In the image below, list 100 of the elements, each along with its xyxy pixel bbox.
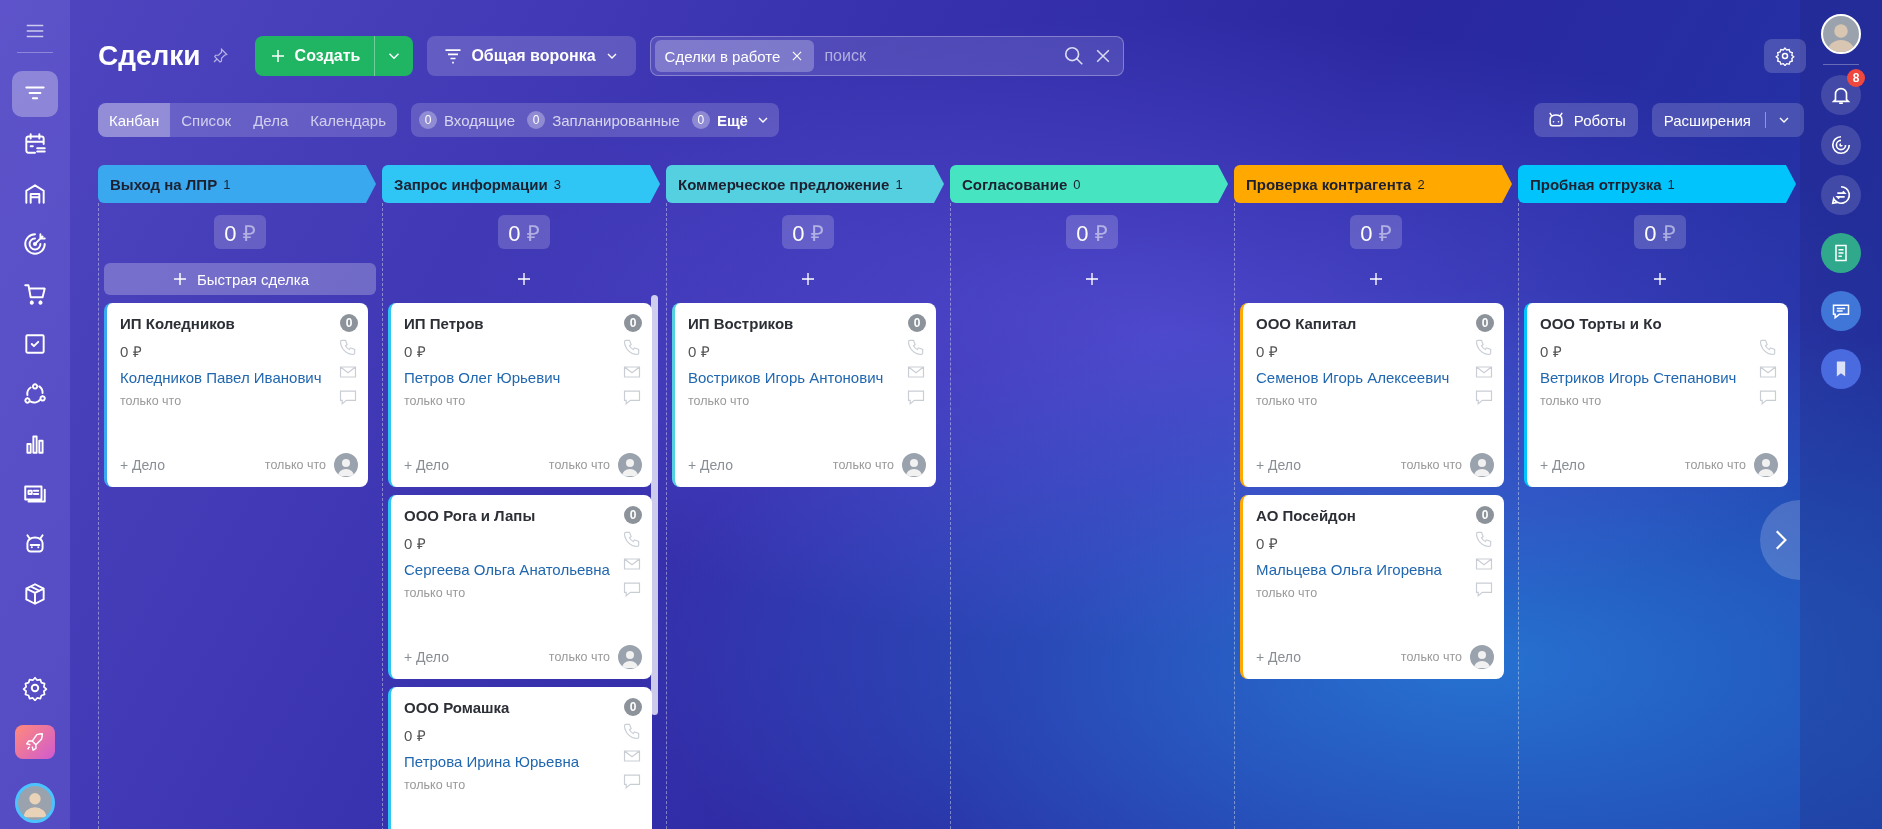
counter-filter[interactable]: 0 Ещё <box>691 103 771 137</box>
deal-card[interactable]: ИП Петров 0 0 ₽ Петров Олег Юрьевич только что + Дело только что <box>388 303 652 487</box>
created-time: только что <box>404 394 467 408</box>
funnel-select[interactable]: Общая воронка <box>427 36 636 76</box>
stage-header[interactable]: Запрос информации 3 <box>382 165 660 203</box>
chat-arrows-icon <box>1830 184 1852 206</box>
view-tab[interactable]: Календарь <box>299 103 397 137</box>
deal-amount: 0 ₽ <box>404 534 427 553</box>
responsible-avatar[interactable] <box>334 453 358 477</box>
document-button[interactable] <box>1821 233 1861 273</box>
chat-button[interactable] <box>1821 175 1861 215</box>
deal-amount: 0 ₽ <box>1256 534 1279 553</box>
settings-icon <box>1775 46 1795 66</box>
deal-title[interactable]: ИП Коледников <box>120 314 235 332</box>
stage-header[interactable]: Выход на ЛПР 1 <box>98 165 376 203</box>
deal-title[interactable]: ИП Петров <box>404 314 484 332</box>
responsible-avatar[interactable] <box>1754 453 1778 477</box>
quick-deal-button[interactable]: Быстрая сделка <box>104 263 376 295</box>
responsible-avatar[interactable] <box>1470 645 1494 669</box>
add-task-link[interactable]: + Дело <box>1256 457 1301 473</box>
updated-time: только что <box>1400 650 1462 664</box>
stage-header[interactable]: Пробная отгрузка 1 <box>1518 165 1796 203</box>
contact-link[interactable]: Петров Олег Юрьевич <box>404 369 561 386</box>
add-task-link[interactable]: + Дело <box>1540 457 1585 473</box>
view-tab[interactable]: Дела <box>242 103 300 137</box>
checkbox-icon <box>22 331 48 357</box>
created-time: только что <box>688 394 751 408</box>
responsible-avatar[interactable] <box>902 453 926 477</box>
deal-amount: 0 ₽ <box>404 726 427 745</box>
deal-card[interactable]: ООО Рога и Лапы 0 0 ₽ Сергеева Ольга Анатольевна только что + Дело только что <box>388 495 652 679</box>
deal-card[interactable]: АО Посейдон 0 0 ₽ Мальцева Ольга Игоревна только что + Дело только что <box>1240 495 1504 679</box>
contact-link[interactable]: Востриков Игорь Антонович <box>688 369 884 386</box>
deal-card[interactable]: ООО Торты и Ко 0 ₽ Ветриков Игорь Степанович только что + Дело только что <box>1524 303 1788 487</box>
deal-title[interactable]: ООО Торты и Ко <box>1540 314 1662 332</box>
counter-filter[interactable]: 0 Запланированные <box>527 103 680 137</box>
settings-icon[interactable] <box>22 675 48 701</box>
stage-header[interactable]: Согласование 0 <box>950 165 1228 203</box>
search-icon[interactable] <box>1062 45 1085 67</box>
spiral-button[interactable] <box>1821 125 1861 165</box>
stage-sum: 0 ₽ <box>498 215 550 249</box>
add-task-link[interactable]: + Дело <box>404 649 449 665</box>
spiral-icon <box>1830 134 1852 156</box>
add-task-link[interactable]: + Дело <box>1256 649 1301 665</box>
stage-sum: 0 ₽ <box>1066 215 1118 249</box>
plus-icon <box>1083 270 1101 288</box>
created-time: только что <box>404 586 467 600</box>
contact-link[interactable]: Коледников Павел Иванович <box>120 369 322 386</box>
bookmark-button[interactable] <box>1821 349 1861 389</box>
add-task-link[interactable]: + Дело <box>120 457 165 473</box>
message-button[interactable] <box>1821 291 1861 331</box>
responsible-avatar[interactable] <box>618 645 642 669</box>
robots-button[interactable]: Роботы <box>1533 103 1638 137</box>
updated-time: только что <box>548 650 610 664</box>
count-badge: 0 <box>527 111 546 129</box>
deal-card[interactable]: ООО Ромашка 0 0 ₽ Петрова Ирина Юрьевна только что <box>388 687 652 829</box>
contact-link[interactable]: Семенов Игорь Алексеевич <box>1256 369 1450 386</box>
calendar-icon <box>22 131 48 157</box>
add-task-link[interactable]: + Дело <box>404 457 449 473</box>
deal-title[interactable]: ООО Ромашка <box>404 698 510 716</box>
plus-icon <box>1651 270 1669 288</box>
responsible-avatar[interactable] <box>1470 453 1494 477</box>
sidebar-item[interactable] <box>12 71 58 117</box>
extensions-button[interactable]: Расширения <box>1651 103 1804 137</box>
filter-tag[interactable]: Сделки в работе <box>654 40 815 72</box>
message-icon <box>1831 301 1851 321</box>
notifications-button[interactable] <box>1821 75 1861 115</box>
contact-link[interactable]: Мальцева Ольга Игоревна <box>1256 561 1442 578</box>
responsible-avatar[interactable] <box>618 453 642 477</box>
deal-title[interactable]: ООО Рога и Лапы <box>404 506 536 524</box>
contact-link[interactable]: Ветриков Игорь Степанович <box>1540 369 1737 386</box>
scrollbar[interactable] <box>651 295 658 715</box>
activity-counter: 0 <box>340 314 358 332</box>
stage-header[interactable]: Коммерческое предложение 1 <box>666 165 944 203</box>
activity-counter: 0 <box>1476 506 1494 524</box>
deal-card[interactable]: ИП Коледников 0 0 ₽ Коледников Павел Иванович только что + Дело только что <box>104 303 368 487</box>
deal-card[interactable]: ООО Капитал 0 0 ₽ Семенов Игорь Алексеевич только что + Дело только что <box>1240 303 1504 487</box>
deal-amount: 0 ₽ <box>120 342 143 361</box>
deal-title[interactable]: ИП Востриков <box>688 314 794 332</box>
counter-filter[interactable]: 0 Входящие <box>419 103 516 137</box>
activity-counter: 0 <box>908 314 926 332</box>
deal-amount: 0 ₽ <box>688 342 711 361</box>
stage-header[interactable]: Проверка контрагента 2 <box>1234 165 1512 203</box>
created-time: только что <box>1256 394 1319 408</box>
created-time: только что <box>1256 586 1319 600</box>
deal-card[interactable]: ИП Востриков 0 0 ₽ Востриков Игорь Антонович только что + Дело только что <box>672 303 936 487</box>
contact-link[interactable]: Петрова Ирина Юрьевна <box>404 753 580 770</box>
deal-title[interactable]: ООО Капитал <box>1256 314 1357 332</box>
search-field[interactable]: Сделки в работе поиск <box>649 36 1124 76</box>
contact-link[interactable]: Сергеева Ольга Анатольевна <box>404 561 610 578</box>
add-task-link[interactable]: + Дело <box>688 457 733 473</box>
cart-icon <box>22 281 48 307</box>
settings-button[interactable] <box>1764 39 1806 73</box>
created-time: только что <box>404 778 467 792</box>
view-tab[interactable]: Список <box>170 103 243 137</box>
deal-title[interactable]: АО Посейдон <box>1256 506 1356 524</box>
stage-sum: 0 ₽ <box>214 215 266 249</box>
nodes-icon <box>22 381 48 407</box>
rocket-button[interactable] <box>15 725 55 759</box>
activity-counter: 0 <box>1476 314 1494 332</box>
updated-time: только что <box>1684 458 1746 472</box>
